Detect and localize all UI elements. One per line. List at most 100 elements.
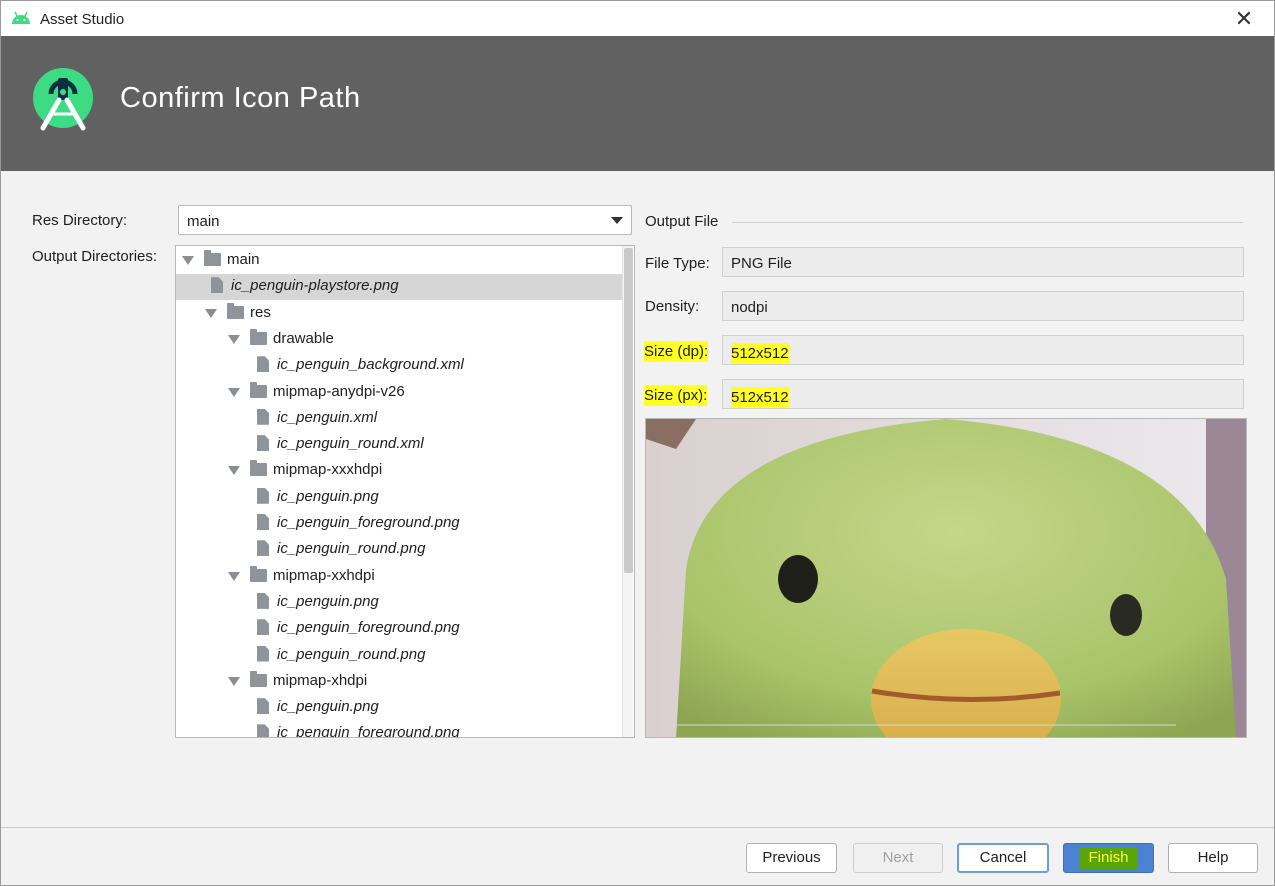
tree-folder-row[interactable]: res	[176, 301, 622, 327]
output-file-section-label: Output File	[645, 213, 719, 230]
res-directory-label: Res Directory:	[32, 212, 128, 229]
tree-item-label: main	[227, 251, 260, 268]
tree-item-label: drawable	[273, 329, 334, 347]
header-banner: Confirm Icon Path	[1, 36, 1274, 171]
tree-item-label: mipmap-xhdpi	[273, 671, 368, 689]
finish-button-label: Finish	[1080, 847, 1137, 870]
file-icon	[257, 540, 269, 557]
tree-item-label: mipmap-xxhdpi	[273, 566, 375, 584]
tree-file-row[interactable]: ic_penguin.png	[176, 590, 622, 616]
cancel-button[interactable]: Cancel	[957, 843, 1049, 873]
tree-item-label: mipmap-xxxhdpi	[273, 461, 383, 479]
res-directory-select[interactable]: main	[178, 205, 632, 235]
file-type-label: File Type:	[645, 255, 710, 272]
tree-file-row[interactable]: ic_penguin_foreground.png	[176, 511, 622, 537]
tree-item-label: ic_penguin.png	[277, 698, 379, 716]
file-icon	[257, 435, 269, 452]
tree-folder-row[interactable]: mipmap-anydpi-v26	[176, 380, 622, 406]
file-icon	[257, 619, 269, 636]
tree-folder-row[interactable]: drawable	[176, 327, 622, 353]
file-icon	[257, 408, 269, 425]
tree-item-label: ic_penguin.png	[277, 487, 379, 505]
tree-folder-row[interactable]: mipmap-xxhdpi	[176, 564, 622, 590]
tree-item-label: ic_penguin_background.xml	[277, 356, 464, 374]
file-icon	[257, 487, 269, 504]
tree-item-label: ic_penguin_round.png	[277, 540, 426, 558]
asset-studio-window: Asset Studio ✕ Confirm Icon Path Res Dir…	[0, 0, 1275, 886]
file-icon	[257, 592, 269, 609]
expand-triangle-icon[interactable]	[228, 334, 240, 344]
tree-folder-row[interactable]: mipmap-xhdpi	[176, 669, 622, 695]
folder-icon	[250, 670, 267, 687]
folder-icon	[250, 565, 267, 582]
folder-icon	[250, 381, 267, 398]
size-px-value: 512x512	[731, 387, 789, 408]
tree-item-label: mipmap-anydpi-v26	[273, 382, 405, 400]
close-icon[interactable]: ✕	[1232, 7, 1256, 31]
tree-item-label: res	[250, 303, 271, 321]
size-px-field: 512x512	[722, 379, 1244, 409]
tree-item-label: ic_penguin_round.png	[277, 645, 426, 663]
finish-button[interactable]: Finish	[1063, 843, 1154, 873]
res-directory-value: main	[187, 213, 220, 230]
expand-triangle-icon[interactable]	[228, 387, 240, 397]
tree-scrollbar-thumb[interactable]	[624, 248, 633, 573]
expand-triangle-icon[interactable]	[205, 308, 217, 318]
size-dp-value: 512x512	[731, 343, 789, 364]
window-title: Asset Studio	[40, 11, 125, 28]
android-icon	[12, 11, 30, 24]
chevron-down-icon[interactable]	[611, 217, 623, 224]
file-type-value: PNG File	[731, 255, 792, 272]
size-px-label: Size (px):	[644, 385, 708, 406]
tree-item-label: ic_penguin_foreground.png	[277, 514, 460, 531]
tree-scrollbar[interactable]	[622, 246, 633, 737]
folder-icon	[250, 328, 267, 345]
tree-file-row[interactable]: ic_penguin_foreground.png	[176, 616, 622, 642]
file-icon	[257, 356, 269, 373]
help-button[interactable]: Help	[1168, 843, 1258, 873]
expand-triangle-icon[interactable]	[228, 571, 240, 581]
tree-item-label: ic_penguin.xml	[277, 408, 378, 426]
tree-file-row[interactable]: ic_penguin.xml	[176, 406, 622, 432]
icon-preview	[645, 418, 1247, 738]
tree-file-row[interactable]: ic_penguin.png	[176, 485, 622, 511]
tree-folder-row[interactable]: main	[176, 248, 622, 274]
tree-file-row[interactable]: ic_penguin_round.xml	[176, 432, 622, 458]
output-directories-tree[interactable]: ic_penguin_foreground.png ic_penguin.png m…	[175, 245, 635, 738]
tree-folder-row[interactable]: mipmap-xxxhdpi	[176, 458, 622, 484]
file-icon	[257, 514, 269, 530]
density-label: Density:	[645, 298, 700, 315]
tree-item-label: ic_penguin_foreground.png	[277, 724, 460, 738]
size-dp-label: Size (dp):	[644, 341, 709, 362]
file-icon	[257, 698, 269, 715]
output-directories-label: Output Directories:	[32, 248, 158, 265]
file-icon	[257, 645, 269, 662]
folder-icon	[204, 250, 221, 266]
file-icon	[257, 724, 269, 737]
expand-triangle-icon[interactable]	[182, 256, 194, 265]
file-type-field: PNG File	[722, 247, 1244, 277]
file-icon	[211, 277, 223, 294]
tree-file-row[interactable]: ic_penguin_foreground.png	[176, 721, 622, 738]
density-value: nodpi	[731, 299, 768, 316]
expand-triangle-icon[interactable]	[228, 466, 240, 476]
folder-icon	[250, 460, 267, 477]
tree-item-label: ic_penguin_foreground.png	[277, 619, 460, 637]
tree-item-label: ic_penguin-playstore.png	[231, 277, 399, 295]
section-divider	[732, 222, 1243, 223]
title-bar: Asset Studio ✕	[1, 1, 1274, 36]
next-button[interactable]: Next	[853, 843, 943, 873]
tree-item-label: ic_penguin_round.xml	[277, 435, 424, 453]
android-studio-logo-icon	[33, 68, 93, 131]
expand-triangle-icon[interactable]	[228, 676, 240, 686]
previous-button[interactable]: Previous	[746, 843, 837, 873]
tree-file-row[interactable]: ic_penguin.png	[176, 695, 622, 721]
penguin-preview-image	[646, 419, 1246, 737]
tree-file-row[interactable]: ic_penguin_round.png	[176, 537, 622, 563]
tree-file-row[interactable]: ic_penguin_round.png	[176, 643, 622, 669]
tree-file-row[interactable]: ic_penguin-playstore.png	[176, 274, 622, 301]
footer-divider	[1, 827, 1274, 828]
tree-file-row[interactable]: ic_penguin_background.xml	[176, 353, 622, 379]
density-field: nodpi	[722, 291, 1244, 321]
folder-icon	[227, 302, 244, 319]
